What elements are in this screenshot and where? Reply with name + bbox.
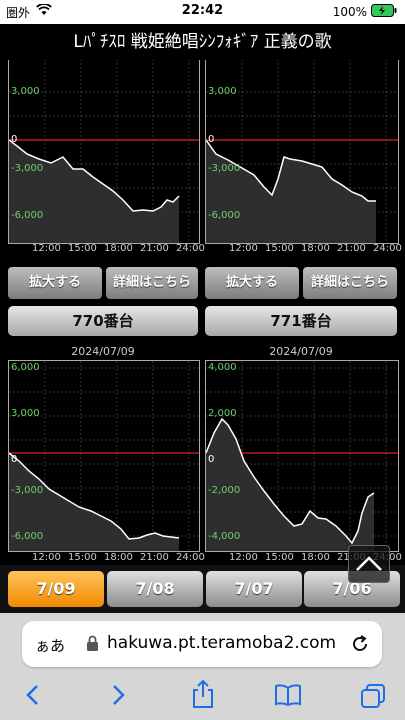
address-bar[interactable]: ぁあ hakuwa.pt.teramoba2.com <box>22 621 382 667</box>
bookmarks-icon[interactable] <box>274 683 302 711</box>
x-tick: 24:00 <box>373 243 402 254</box>
x-tick: 15:00 <box>68 243 97 254</box>
battery-icon <box>371 4 397 20</box>
date-tab-bar: 7/09 7/08 7/07 7/06 <box>0 565 405 613</box>
y-tick: 6,000 <box>11 362 40 373</box>
top-left-chart: 3,000 0 -3,000 -6,000 <box>8 60 200 244</box>
y-tick: 0 <box>208 454 215 465</box>
top-right-chart: 3,000 0 -3,000 -6,000 <box>205 60 399 244</box>
machine-770-chart: 6,000 3,000 0 -3,000 -6,000 <box>8 360 200 552</box>
reload-icon[interactable] <box>350 634 370 658</box>
x-tick: 21:00 <box>140 243 169 254</box>
tabs-icon[interactable] <box>360 683 386 713</box>
reader-settings-button[interactable]: ぁあ <box>35 635 65 656</box>
x-axis-labels: 12:00 15:00 18:00 21:00 24:00 <box>8 243 205 257</box>
y-tick: 0 <box>11 454 18 465</box>
x-tick: 15:00 <box>68 552 97 563</box>
x-tick: 12:00 <box>229 552 258 563</box>
y-tick: -6,000 <box>208 210 241 221</box>
x-tick: 18:00 <box>301 552 330 563</box>
main-content[interactable]: 3,000 0 -3,000 -6,000 12:00 15:00 18:00 … <box>0 60 405 565</box>
y-tick: 0 <box>208 134 215 145</box>
machine-header-770[interactable]: 770番台 <box>8 306 198 336</box>
y-tick: 2,000 <box>208 408 237 419</box>
battery-percent: 100% <box>332 5 367 19</box>
y-tick: -2,000 <box>208 485 241 496</box>
share-icon[interactable] <box>190 679 216 713</box>
x-tick: 21:00 <box>337 243 366 254</box>
x-tick: 12:00 <box>229 243 258 254</box>
y-tick: -6,000 <box>11 210 44 221</box>
x-tick: 15:00 <box>265 243 294 254</box>
back-icon[interactable] <box>22 683 44 711</box>
browser-toolbar <box>0 679 405 720</box>
y-tick: -3,000 <box>11 485 44 496</box>
machine-771-chart: 4,000 2,000 0 -2,000 -4,000 <box>205 360 399 552</box>
x-tick: 18:00 <box>104 552 133 563</box>
zoom-button[interactable]: 拡大する <box>205 267 299 299</box>
page-title: Lﾊﾟﾁｽﾛ 戦姫絶唱ｼﾝﾌｫｷﾞｱ 正義の歌 <box>0 24 405 60</box>
x-axis-labels: 12:00 15:00 18:00 21:00 24:00 <box>205 243 402 257</box>
x-tick: 24:00 <box>176 243 205 254</box>
y-tick: 4,000 <box>208 362 237 373</box>
y-tick: 3,000 <box>208 86 237 97</box>
x-tick: 21:00 <box>140 552 169 563</box>
x-tick: 18:00 <box>301 243 330 254</box>
chevron-up-icon <box>356 556 382 571</box>
details-button[interactable]: 詳細はこちら <box>106 267 198 299</box>
y-tick: -3,000 <box>11 163 44 174</box>
y-tick: -6,000 <box>11 531 44 542</box>
x-tick: 12:00 <box>32 552 61 563</box>
browser-chrome: ぁあ hakuwa.pt.teramoba2.com <box>0 613 405 720</box>
forward-icon[interactable] <box>107 683 129 711</box>
y-tick: 3,000 <box>11 408 40 419</box>
lock-icon <box>86 635 99 656</box>
y-tick: -4,000 <box>208 531 241 542</box>
y-tick: 3,000 <box>11 86 40 97</box>
x-tick: 15:00 <box>265 552 294 563</box>
chart-date: 2024/07/09 <box>71 345 135 358</box>
x-tick: 24:00 <box>176 552 205 563</box>
status-bar: 圏外 22:42 100% <box>0 0 405 24</box>
y-tick: -3,000 <box>208 163 241 174</box>
y-tick: 0 <box>11 134 18 145</box>
x-axis-labels: 12:00 15:00 18:00 21:00 24:00 <box>8 552 205 565</box>
chart-date: 2024/07/09 <box>269 345 333 358</box>
url-text: hakuwa.pt.teramoba2.com <box>107 633 337 653</box>
zoom-button[interactable]: 拡大する <box>8 267 102 299</box>
tab-date-0708[interactable]: 7/08 <box>107 571 203 607</box>
tab-date-0709[interactable]: 7/09 <box>8 571 104 607</box>
machine-header-771[interactable]: 771番台 <box>205 306 397 336</box>
x-tick: 12:00 <box>32 243 61 254</box>
details-button[interactable]: 詳細はこちら <box>303 267 397 299</box>
tab-date-0707[interactable]: 7/07 <box>206 571 302 607</box>
x-tick: 18:00 <box>104 243 133 254</box>
scroll-to-top-button[interactable] <box>348 545 390 583</box>
